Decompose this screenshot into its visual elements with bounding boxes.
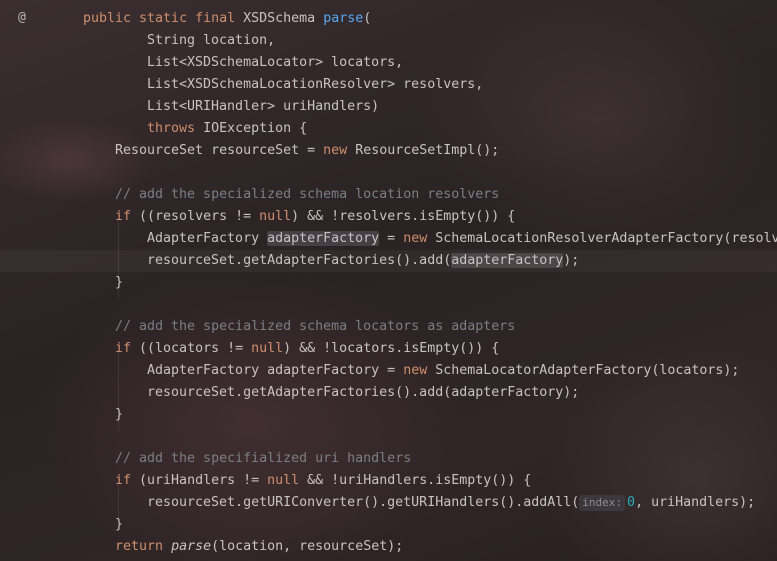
code-text: ResourceSet resourceSet = bbox=[115, 143, 324, 158]
current-line[interactable]: resourceSet.getAdapterFactories().add(ad… bbox=[0, 250, 777, 272]
code-line: List<URIHandler> uriHandlers) bbox=[147, 99, 380, 114]
code-text: ((locators != bbox=[139, 341, 252, 356]
return-keyword: return bbox=[115, 539, 164, 554]
exception-type: IOException { bbox=[203, 121, 308, 136]
code-text: ) && !resolvers.isEmpty()) { bbox=[291, 209, 516, 224]
code-text: ) && !locators.isEmpty()) { bbox=[283, 341, 500, 356]
null-keyword: null bbox=[251, 341, 284, 356]
closing-brace: } bbox=[115, 275, 124, 290]
code-line: throws IOException { bbox=[147, 118, 307, 140]
code-text: (uriHandlers != bbox=[139, 473, 268, 488]
code-text: SchemaLocatorAdapterFactory(locators); bbox=[427, 363, 740, 378]
code-text: ((resolvers != bbox=[139, 209, 260, 224]
code-line: public static final XSDSchema parse( bbox=[83, 8, 371, 30]
code-text: && !uriHandlers.isEmpty()) { bbox=[299, 473, 532, 488]
closing-brace: } bbox=[115, 517, 124, 532]
method-name: parse bbox=[323, 11, 364, 26]
code-editor[interactable]: @ public static final XSDSchema parse( S… bbox=[0, 0, 777, 561]
parameter-hint: index: bbox=[579, 495, 626, 511]
variable-highlight[interactable]: adapterFactory bbox=[451, 253, 564, 268]
code-text: ); bbox=[563, 253, 580, 268]
override-gutter-icon[interactable]: @ bbox=[18, 10, 26, 25]
code-text: , uriHandlers); bbox=[635, 495, 756, 510]
number-literal: 0 bbox=[627, 495, 636, 510]
paren: ( bbox=[363, 11, 372, 26]
new-keyword: new bbox=[403, 363, 428, 378]
code-line: String location, bbox=[147, 33, 276, 48]
code-line: AdapterFactory adapterFactory = new Sche… bbox=[147, 360, 739, 382]
code-line: List<XSDSchemaLocator> locators, bbox=[147, 55, 404, 70]
modifiers: public static final bbox=[83, 11, 236, 26]
return-type: XSDSchema bbox=[243, 11, 316, 26]
variable-highlight[interactable]: adapterFactory bbox=[267, 231, 380, 246]
code-text: resourceSet.getAdapterFactories().add( bbox=[147, 253, 452, 268]
code-line: resourceSet.getURIConverter().getURIHand… bbox=[147, 492, 755, 514]
closing-brace: } bbox=[115, 407, 124, 422]
code-text: = bbox=[379, 231, 404, 246]
if-keyword: if bbox=[115, 341, 132, 356]
if-keyword: if bbox=[115, 473, 132, 488]
code-comment: // add the specialized schema locators a… bbox=[115, 319, 516, 334]
new-keyword: new bbox=[403, 231, 428, 246]
code-line: if (uriHandlers != null && !uriHandlers.… bbox=[115, 470, 531, 492]
code-line: AdapterFactory adapterFactory = new Sche… bbox=[147, 228, 777, 250]
code-text: (location, resourceSet); bbox=[211, 539, 404, 554]
code-line: return parse(location, resourceSet); bbox=[115, 536, 403, 558]
code-line: if ((locators != null) && !locators.isEm… bbox=[115, 338, 499, 360]
null-keyword: null bbox=[259, 209, 292, 224]
code-comment: // add the specialized schema location r… bbox=[115, 187, 500, 202]
null-keyword: null bbox=[267, 473, 300, 488]
code-text: AdapterFactory bbox=[147, 231, 268, 246]
new-keyword: new bbox=[323, 143, 348, 158]
code-text: AdapterFactory adapterFactory = bbox=[147, 363, 404, 378]
code-text: resourceSet.getURIConverter().getURIHand… bbox=[147, 495, 580, 510]
code-line: List<XSDSchemaLocationResolver> resolver… bbox=[147, 77, 484, 92]
code-comment: // add the specifialized uri handlers bbox=[115, 451, 412, 466]
code-line: resourceSet.getAdapterFactories().add(ad… bbox=[147, 385, 580, 400]
code-text: ResourceSetImpl(); bbox=[355, 143, 500, 158]
code-line: ResourceSet resourceSet = new ResourceSe… bbox=[115, 140, 499, 162]
throws-keyword: throws bbox=[147, 121, 196, 136]
if-keyword: if bbox=[115, 209, 132, 224]
method-call: parse bbox=[171, 539, 212, 554]
code-text: SchemaLocationResolverAdapterFactory(res… bbox=[427, 231, 777, 246]
code-line: if ((resolvers != null) && !resolvers.is… bbox=[115, 206, 515, 228]
